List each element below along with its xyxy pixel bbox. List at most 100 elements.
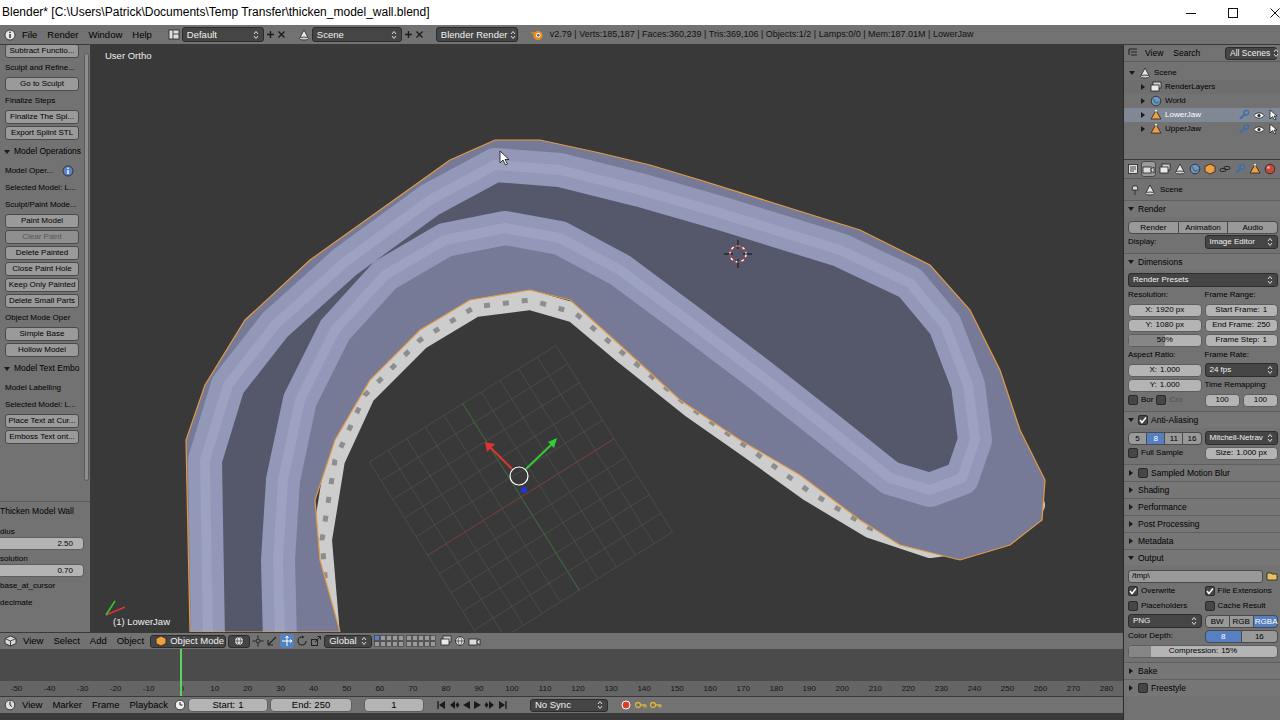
- outliner-row[interactable]: RenderLayers: [1124, 80, 1280, 94]
- tool-button[interactable]: Subtract Functio...: [5, 45, 79, 58]
- properties-tab[interactable]: [1158, 161, 1171, 177]
- number-field[interactable]: X:1920 px: [1128, 304, 1202, 317]
- checkbox[interactable]: [1128, 586, 1138, 596]
- panel-header[interactable]: Metadata: [1124, 533, 1280, 549]
- layout-dropdown[interactable]: Default: [182, 27, 264, 42]
- properties-tab[interactable]: [1203, 161, 1216, 177]
- expand-triangle-icon[interactable]: [1139, 125, 1147, 133]
- toggle-button[interactable]: 5: [1128, 432, 1147, 445]
- panel-header[interactable]: Anti-Aliasing: [1124, 412, 1280, 428]
- tool-button[interactable]: Paint Model: [5, 214, 79, 228]
- visibility-icon[interactable]: [1253, 111, 1265, 120]
- render-preview-icon[interactable]: [468, 636, 481, 647]
- scene-dropdown[interactable]: Scene: [312, 27, 402, 42]
- panel-header[interactable]: Render: [1124, 201, 1280, 217]
- panel-header[interactable]: Post Processing: [1124, 516, 1280, 532]
- checkbox[interactable]: [1128, 601, 1138, 611]
- option-label[interactable]: base_at_cursor: [0, 577, 90, 594]
- slider[interactable]: 50%: [1128, 334, 1202, 347]
- remove-icon[interactable]: [277, 30, 286, 39]
- expand-triangle-icon[interactable]: [3, 148, 11, 156]
- panel-header[interactable]: Dimensions: [1124, 254, 1280, 270]
- tool-button[interactable]: Go to Sculpt: [5, 77, 79, 91]
- expand-triangle-icon[interactable]: [1127, 684, 1135, 692]
- info-icon[interactable]: [62, 165, 74, 177]
- pivot-point-icon[interactable]: [252, 635, 264, 647]
- toggle-button[interactable]: 16: [1183, 432, 1201, 445]
- panel-header[interactable]: Model Text Embo: [0, 358, 82, 379]
- expand-triangle-icon[interactable]: [1127, 667, 1135, 675]
- tool-button[interactable]: Delete Painted: [5, 246, 79, 260]
- number-field[interactable]: X:1.000: [1128, 364, 1202, 377]
- rotate-icon[interactable]: [296, 635, 308, 647]
- tool-button[interactable]: Keep Only Painted: [5, 278, 79, 292]
- dropdown[interactable]: PNG: [1128, 614, 1202, 628]
- checkbox-option[interactable]: Bor: [1128, 395, 1153, 405]
- outliner-row[interactable]: Scene: [1124, 66, 1280, 80]
- info-editor-icon[interactable]: [4, 29, 16, 41]
- expand-triangle-icon[interactable]: [3, 365, 11, 373]
- menu-item[interactable]: Add: [86, 635, 111, 646]
- checkbox-option[interactable]: Cache Result: [1205, 601, 1266, 611]
- checkbox-option[interactable]: Placeholders: [1128, 601, 1187, 611]
- keying-set-icon[interactable]: [634, 699, 647, 711]
- number-field[interactable]: 100: [1243, 394, 1278, 407]
- checkbox[interactable]: [1138, 468, 1148, 478]
- menu-item[interactable]: Window: [84, 29, 126, 40]
- menu-item[interactable]: Marker: [48, 699, 86, 710]
- expand-triangle-icon[interactable]: [1127, 258, 1135, 266]
- window-button[interactable]: [1254, 0, 1280, 25]
- timeline[interactable]: -50-40-30-20-100102030405060708090100110…: [0, 649, 1123, 696]
- previous-keyframe-icon[interactable]: [449, 700, 460, 710]
- preview-range-icon[interactable]: [174, 699, 186, 711]
- editor-type-icon[interactable]: [4, 699, 16, 711]
- jump-end-icon[interactable]: [497, 700, 508, 710]
- end-frame-field[interactable]: End:250: [270, 698, 352, 711]
- render-engine-dropdown[interactable]: Blender Render: [436, 27, 518, 42]
- number-field[interactable]: Y:1.000: [1128, 379, 1202, 392]
- toggle-button[interactable]: 16: [1242, 630, 1278, 643]
- mode-dropdown[interactable]: Object Mode: [150, 635, 226, 648]
- number-field[interactable]: 0.70: [0, 564, 84, 577]
- shading-dropdown[interactable]: [228, 635, 250, 648]
- menu-item[interactable]: Render: [43, 29, 82, 40]
- properties-tab[interactable]: [1219, 161, 1232, 177]
- tool-button[interactable]: Close Paint Hole: [5, 262, 79, 276]
- next-keyframe-icon[interactable]: [484, 700, 495, 710]
- expand-triangle-icon[interactable]: [1127, 416, 1135, 424]
- number-field[interactable]: 100: [1205, 394, 1240, 407]
- checkbox[interactable]: [1138, 415, 1148, 425]
- dropdown[interactable]: Mitchell-Netrav: [1205, 431, 1279, 445]
- start-frame-field[interactable]: Start:1: [188, 698, 268, 711]
- tool-button[interactable]: Simple Base: [5, 327, 79, 341]
- expand-triangle-icon[interactable]: [1139, 111, 1147, 119]
- checkbox-option[interactable]: Overwrite: [1128, 586, 1175, 596]
- remove-icon[interactable]: [415, 30, 424, 39]
- window-button[interactable]: [1212, 0, 1254, 25]
- number-field[interactable]: 2.50: [0, 537, 84, 550]
- checkbox-option[interactable]: Full Sample: [1128, 448, 1183, 458]
- slider[interactable]: Compression:15%: [1128, 645, 1278, 658]
- outliner-row[interactable]: UpperJaw: [1124, 122, 1280, 136]
- menu-item[interactable]: View: [19, 635, 47, 646]
- properties-tab[interactable]: [1173, 161, 1186, 177]
- menu-item[interactable]: Help: [128, 29, 156, 40]
- tool-button[interactable]: Place Text at Cur...: [5, 414, 79, 428]
- tool-button[interactable]: Hollow Model: [5, 343, 79, 357]
- scrollbar[interactable]: [82, 45, 91, 481]
- menu-item[interactable]: Frame: [88, 699, 123, 710]
- toggle-button[interactable]: BW: [1205, 615, 1230, 628]
- add-icon[interactable]: [266, 30, 275, 39]
- option-label[interactable]: decimate: [0, 594, 90, 611]
- pin-icon[interactable]: [1130, 184, 1140, 196]
- play-reverse-icon[interactable]: [462, 700, 471, 710]
- toggle-button[interactable]: 8: [1205, 630, 1242, 643]
- visibility-icon[interactable]: [1253, 125, 1265, 134]
- dropdown[interactable]: Render Presets: [1128, 273, 1278, 287]
- play-icon[interactable]: [473, 700, 482, 710]
- toggle-button[interactable]: RGBA: [1254, 615, 1278, 628]
- expand-triangle-icon[interactable]: [1127, 469, 1135, 477]
- expand-triangle-icon[interactable]: [1127, 520, 1135, 528]
- editor-type-icon[interactable]: [1127, 163, 1139, 175]
- number-field[interactable]: End Frame:250: [1205, 319, 1279, 332]
